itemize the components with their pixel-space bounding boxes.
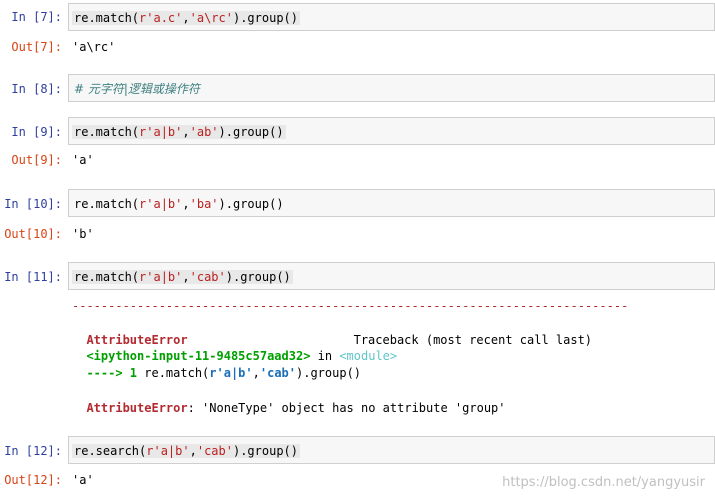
- code-input: re.match(r'a|b','ab').group(): [72, 125, 286, 139]
- code-input: re.match(r'a.c','a\rc').group(): [72, 11, 301, 25]
- in-prompt-11: In [11]:: [4, 270, 62, 284]
- output-10: 'b': [72, 227, 94, 241]
- output-7: 'a\rc': [72, 40, 116, 54]
- out-prompt-9: Out[9]:: [11, 153, 62, 167]
- traceback-arrow-line: ----> 1 re.match(r'a|b','cab').group(): [86, 366, 362, 380]
- in-prompt-7: In [7]:: [11, 10, 62, 24]
- out-prompt-10: Out[10]:: [4, 227, 62, 241]
- in-prompt-12: In [12]:: [4, 444, 62, 458]
- code-input: re.match(r'a|b','ba').group(): [74, 197, 284, 211]
- error-message: AttributeError: 'NoneType' object has no…: [86, 401, 506, 415]
- code-cell-12[interactable]: re.search(r'a|b','cab').group(): [68, 436, 715, 464]
- output-9: 'a': [72, 153, 94, 167]
- out-prompt-7: Out[7]:: [11, 40, 62, 54]
- in-prompt-10: In [10]:: [4, 197, 62, 211]
- traceback-dashes: ----------------------------------------…: [72, 299, 629, 313]
- in-prompt-8: In [8]:: [11, 82, 62, 96]
- code-cell-10[interactable]: re.match(r'a|b','ba').group(): [68, 189, 715, 217]
- code-comment: # 元字符|逻辑或操作符: [74, 82, 200, 96]
- code-cell-9[interactable]: re.match(r'a|b','ab').group(): [68, 117, 715, 145]
- out-prompt-12: Out[12]:: [4, 473, 62, 487]
- in-prompt-9: In [9]:: [11, 125, 62, 139]
- output-12: 'a': [72, 473, 94, 487]
- code-input: re.search(r'a|b','cab').group(): [72, 444, 300, 458]
- code-cell-8[interactable]: # 元字符|逻辑或操作符: [68, 74, 715, 102]
- watermark: https://blog.csdn.net/yangyusir: [502, 475, 705, 490]
- code-cell-11[interactable]: re.match(r'a|b','cab').group(): [68, 262, 715, 290]
- code-input: re.match(r'a|b','cab').group(): [72, 270, 293, 284]
- code-cell-7[interactable]: re.match(r'a.c','a\rc').group(): [68, 3, 715, 31]
